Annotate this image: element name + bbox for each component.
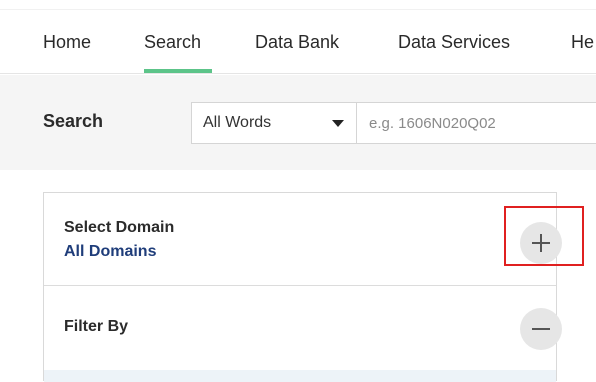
filter-by-row: Filter By bbox=[44, 286, 562, 370]
caret-down-icon bbox=[332, 120, 344, 127]
top-edge bbox=[0, 0, 596, 10]
highlight-annotation-box bbox=[504, 206, 584, 266]
search-mode-value: All Words bbox=[203, 114, 272, 131]
search-input[interactable] bbox=[357, 102, 596, 144]
nav-item-home[interactable]: Home bbox=[43, 32, 91, 53]
select-domain-row: Select Domain All Domains bbox=[44, 193, 562, 286]
nav-item-data-bank[interactable]: Data Bank bbox=[255, 32, 339, 53]
search-label: Search bbox=[43, 111, 104, 131]
search-mode-select[interactable]: All Words bbox=[191, 102, 357, 144]
selected-domain-value[interactable]: All Domains bbox=[64, 243, 156, 261]
main-nav: Home Search Data Bank Data Services He bbox=[0, 10, 596, 74]
collapse-filter-button[interactable] bbox=[520, 308, 562, 350]
search-bar: Search All Words bbox=[0, 75, 596, 170]
nav-item-search[interactable]: Search bbox=[144, 32, 201, 53]
active-tab-indicator bbox=[144, 69, 212, 73]
search-filters-panel: Select Domain All Domains Filter By bbox=[43, 192, 562, 382]
select-domain-title: Select Domain bbox=[64, 219, 175, 236]
nav-item-data-services[interactable]: Data Services bbox=[398, 32, 510, 53]
panel-content-strip bbox=[44, 370, 556, 382]
nav-item-help[interactable]: He bbox=[571, 32, 594, 53]
filter-by-title: Filter By bbox=[64, 318, 129, 335]
